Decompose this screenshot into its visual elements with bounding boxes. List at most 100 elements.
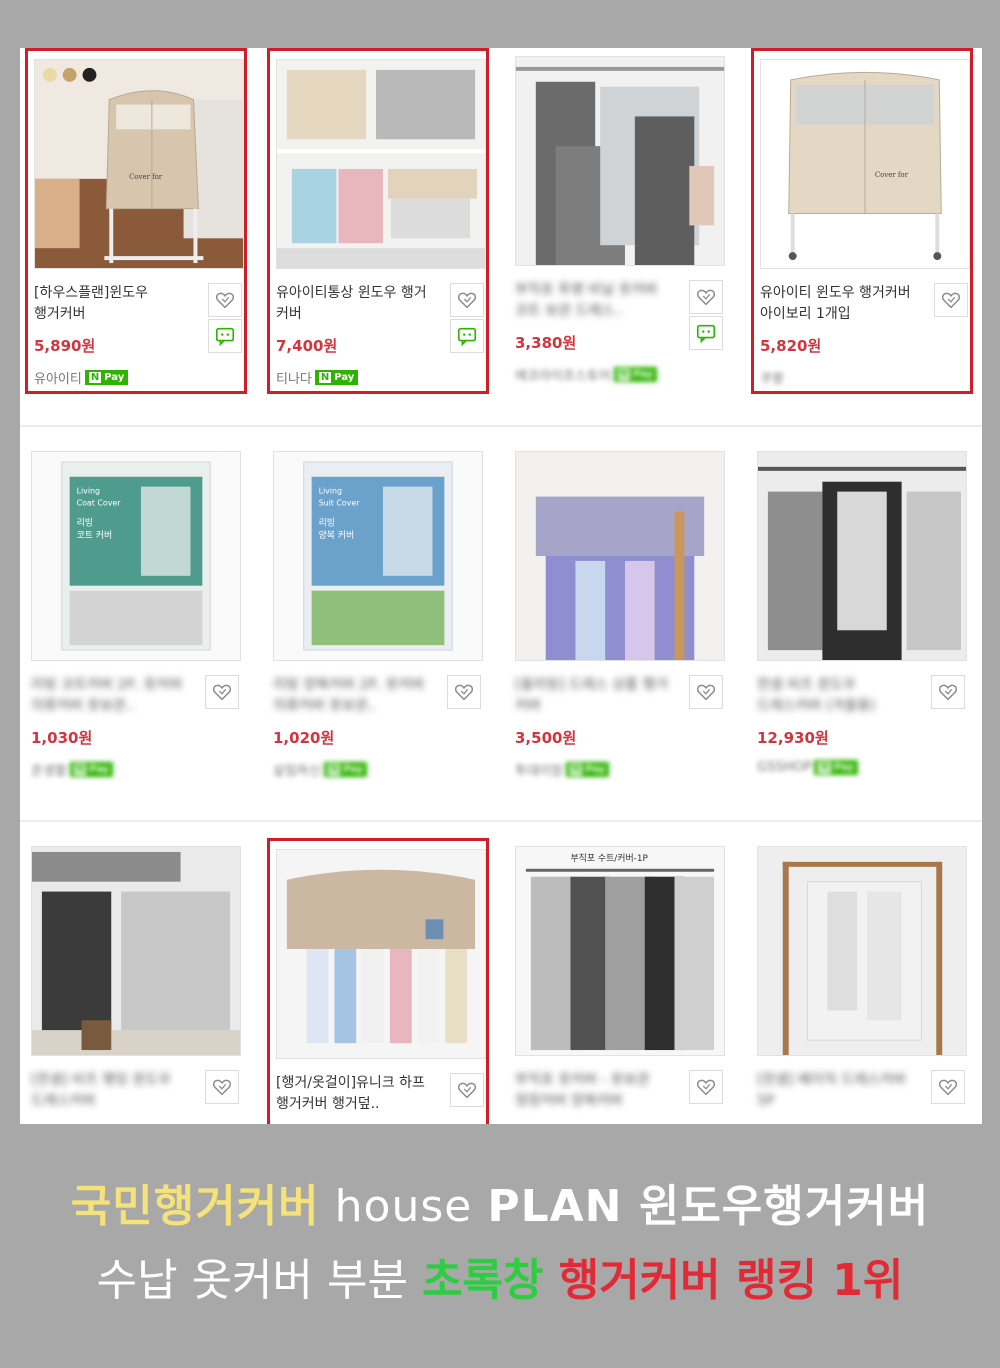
npay-label: Pay: [633, 369, 654, 380]
product-title[interactable]: 유아이티통상 윈도우 행거 커버: [276, 283, 436, 325]
zzim-heart-button[interactable]: [934, 283, 968, 317]
product-title[interactable]: 유아이티 윈도우 행거커버 아이보리 1개입: [760, 283, 920, 325]
zzim-heart-button[interactable]: [689, 675, 723, 709]
zzim-heart-button[interactable]: [208, 283, 242, 317]
zzim-heart-button[interactable]: [931, 675, 965, 709]
chat-icon: [695, 322, 717, 344]
npay-label: Pay: [334, 372, 355, 383]
product-card[interactable]: 부직포 수트/커버-1P 부직포 옷커버 - 옷보관 정장커버 양복커버: [509, 838, 731, 1124]
product-card[interactable]: [한샘] 베이직 드레스커버 5P: [751, 838, 973, 1124]
product-image[interactable]: [276, 849, 486, 1059]
product-title[interactable]: 한샘 비츠 윈도우 드레스커버 (겨울용): [757, 675, 917, 717]
product-card[interactable]: Cover for [하우스플랜]윈도우 행거커버 5,890원 유아이티 NP…: [25, 48, 247, 394]
seller-name[interactable]: 에코라이프스토어: [515, 365, 611, 384]
product-title[interactable]: 리빙 양복커버 2P, 옷커버 의류커버 옷보관..: [273, 675, 433, 717]
banner-plan: PLAN: [487, 1181, 623, 1232]
npay-mark: N: [569, 764, 583, 775]
npay-label: Pay: [585, 764, 606, 775]
heart-icon: [695, 286, 717, 308]
product-image[interactable]: 부직포 수트/커버-1P: [515, 846, 725, 1056]
seller-name[interactable]: 유아이티: [34, 368, 82, 387]
product-card[interactable]: [행거/옷걸이]유니크 하프 행거커버 행거덮..: [267, 838, 489, 1124]
heart-icon: [456, 289, 478, 311]
product-image[interactable]: Living Coat Cover 리빙 코트 커버: [31, 451, 241, 661]
talktalk-button[interactable]: [450, 319, 484, 353]
product-title[interactable]: 리빙 코트커버 2P, 옷커버 의류커버 옷보관..: [31, 675, 191, 717]
npay-label: Pay: [343, 764, 364, 775]
product-card[interactable]: [한샘] 비츠 행잉 윈도우 드레스커버: [25, 838, 247, 1124]
talktalk-button[interactable]: [208, 319, 242, 353]
living-suit-text-3: 리빙: [319, 517, 335, 528]
npay-badge: N Pay: [84, 370, 129, 385]
product-image[interactable]: Cover for: [760, 59, 970, 269]
npay-mark: N: [818, 762, 831, 773]
zzim-heart-button[interactable]: [205, 1070, 239, 1104]
product-title[interactable]: [하우스플랜]윈도우 행거커버: [34, 283, 194, 325]
living-coat-text-2: Coat Cover: [77, 498, 122, 507]
npay-badge: N Pay: [814, 760, 858, 775]
seller-info: GSSHOP N Pay: [757, 760, 858, 775]
product-card[interactable]: 한샘 비츠 윈도우 드레스커버 (겨울용) 12,930원 GSSHOP N Pa…: [751, 443, 973, 789]
chat-icon: [214, 325, 236, 347]
npay-mark: N: [88, 372, 102, 383]
product-image[interactable]: [31, 846, 241, 1056]
product-price: 7,400원: [276, 337, 338, 355]
heart-icon: [211, 1076, 233, 1098]
product-card[interactable]: [올리빙] 드레스 상품 행거 커버 3,500원 투데이맘 N Pay: [509, 443, 731, 789]
banner-ranking: 행거커버 랭킹 1위: [543, 1255, 904, 1306]
zzim-heart-button[interactable]: [689, 1070, 723, 1104]
product-image[interactable]: [515, 451, 725, 661]
product-title[interactable]: [한샘] 비츠 행잉 윈도우 드레스커버: [31, 1070, 191, 1112]
cover-for-text: Cover for: [875, 171, 909, 179]
zzim-heart-button[interactable]: [689, 280, 723, 314]
product-image[interactable]: [276, 59, 486, 269]
seller-name[interactable]: 쿠팡: [760, 368, 784, 387]
seller-name[interactable]: 투데이맘: [515, 760, 563, 779]
npay-badge: N Pay: [613, 367, 658, 382]
npay-label: Pay: [104, 372, 125, 383]
seller-info: 온생활 N Pay: [31, 760, 114, 779]
seller-name[interactable]: 온생활: [31, 760, 67, 779]
seller-info: 티나다 N Pay: [276, 368, 359, 387]
product-title[interactable]: [행거/옷걸이]유니크 하프 행거커버 행거덮..: [276, 1073, 436, 1115]
product-image[interactable]: [757, 846, 967, 1056]
seller-info: 살림하신 N Pay: [273, 760, 368, 779]
row-divider: [20, 425, 982, 427]
seller-name[interactable]: GSSHOP: [757, 760, 811, 775]
heart-icon: [695, 681, 717, 703]
product-price: 1,020원: [273, 729, 335, 747]
zzim-heart-button[interactable]: [205, 675, 239, 709]
product-price: 5,890원: [34, 337, 96, 355]
product-card[interactable]: 부직포 투명 비닐 옷커버 코트 보관 드레스.. 3,380원 에코라이프스토…: [509, 48, 731, 394]
zzim-heart-button[interactable]: [931, 1070, 965, 1104]
talktalk-button[interactable]: [689, 316, 723, 350]
product-image[interactable]: Living Suit Cover 리빙 양복 커버: [273, 451, 483, 661]
zzim-heart-button[interactable]: [450, 1073, 484, 1107]
npay-badge: N Pay: [323, 762, 368, 777]
product-card[interactable]: Cover for 유아이티 윈도우 행거커버 아이보리 1개입 5,820원 …: [751, 48, 973, 394]
seller-name[interactable]: 살림하신: [273, 760, 321, 779]
npay-mark: N: [73, 764, 87, 775]
product-price: 12,930원: [757, 729, 829, 747]
seller-name[interactable]: 티나다: [276, 368, 312, 387]
heart-icon: [695, 1076, 717, 1098]
product-image[interactable]: [757, 451, 967, 661]
npay-label: Pay: [833, 762, 854, 773]
product-title[interactable]: [한샘] 베이직 드레스커버 5P: [757, 1070, 917, 1112]
product-title[interactable]: 부직포 옷커버 - 옷보관 정장커버 양복커버: [515, 1070, 675, 1112]
seller-info: 쿠팡: [760, 368, 784, 387]
zzim-heart-button[interactable]: [447, 675, 481, 709]
banner-subheadline: 수납 옷커버 부분 초록창 행거커버 랭킹 1위: [0, 1244, 1000, 1308]
product-title[interactable]: 부직포 투명 비닐 옷커버 코트 보관 드레스..: [515, 280, 675, 322]
product-title[interactable]: [올리빙] 드레스 상품 행거 커버: [515, 675, 675, 717]
product-card[interactable]: Living Suit Cover 리빙 양복 커버 리빙 양복커버 2P, 옷…: [267, 443, 489, 789]
seller-info: 유아이티 N Pay: [34, 368, 129, 387]
product-row: [한샘] 비츠 행잉 윈도우 드레스커버 [행거/옷걸이]유니크 하프 행거커버…: [20, 838, 982, 1124]
product-image[interactable]: Cover for: [34, 59, 244, 269]
product-price: 3,500원: [515, 729, 577, 747]
product-card[interactable]: Living Coat Cover 리빙 코트 커버 리빙 코트커버 2P, 옷…: [25, 443, 247, 789]
product-image[interactable]: [515, 56, 725, 266]
zzim-heart-button[interactable]: [450, 283, 484, 317]
product-card[interactable]: 유아이티통상 윈도우 행거 커버 7,400원 티나다 N Pay: [267, 48, 489, 394]
product-price: 5,820원: [760, 337, 822, 355]
